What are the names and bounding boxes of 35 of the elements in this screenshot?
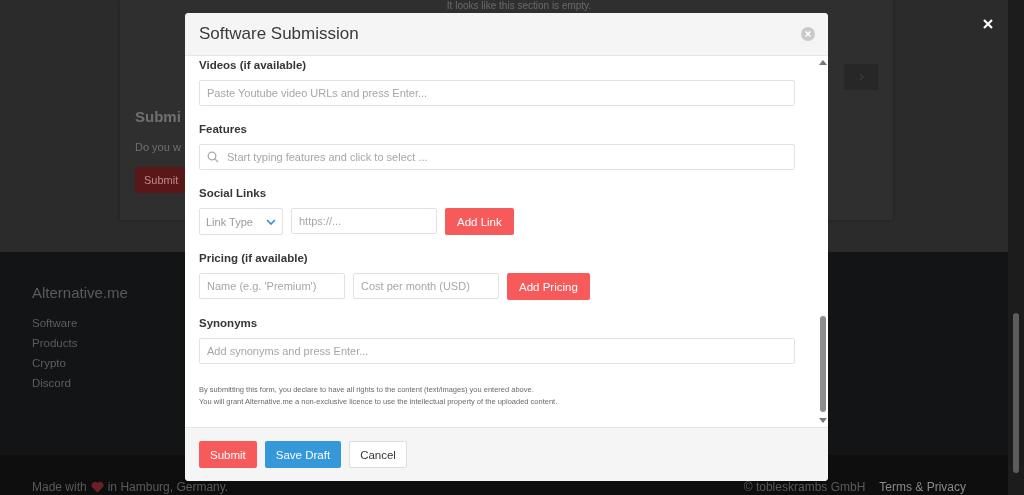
- terms-link[interactable]: Terms & Privacy: [879, 481, 966, 493]
- link-type-select[interactable]: Link Type: [199, 208, 283, 235]
- submit-button[interactable]: Submit: [199, 441, 257, 468]
- add-link-button[interactable]: Add Link: [445, 208, 514, 235]
- scroll-up-icon[interactable]: [819, 60, 827, 65]
- footer-brand: Alternative.me: [32, 284, 128, 301]
- field-label: Videos (if available): [199, 58, 308, 72]
- footer-link[interactable]: Discord: [32, 377, 71, 389]
- field-label: Features: [199, 122, 248, 136]
- search-field[interactable]: Start typing features and click to select ...: [199, 144, 795, 170]
- close-icon[interactable]: [982, 18, 994, 30]
- text-field[interactable]: Paste Youtube video URLs and press Enter...: [199, 80, 795, 106]
- save-draft-button[interactable]: Save Draft: [264, 441, 342, 468]
- location-text: in Hamburg, Germany.: [107, 481, 229, 493]
- page-scrollbar[interactable]: [1008, 0, 1024, 495]
- made-with-text: Made with: [32, 481, 87, 493]
- copyright-text: © tobleskrambs GmbH: [743, 481, 866, 493]
- field-label: Synonyms: [199, 316, 259, 330]
- footer-link[interactable]: Crypto: [32, 357, 66, 369]
- heart-icon: [90, 481, 104, 493]
- cost-field[interactable]: Cost per month (USD): [353, 273, 499, 299]
- section-heading: Submi: [135, 108, 181, 125]
- pricing-name-field[interactable]: Name (e.g. 'Premium'): [199, 273, 345, 299]
- section-text: Do you w: [135, 141, 181, 153]
- chevron-down-icon: [266, 218, 276, 225]
- field-label: Pricing (if available): [199, 251, 309, 265]
- text-field[interactable]: Add synonyms and press Enter...: [199, 338, 795, 364]
- add-pricing-button[interactable]: Add Pricing: [507, 273, 590, 300]
- scroll-down-icon[interactable]: [819, 418, 827, 423]
- cancel-button[interactable]: Cancel: [349, 441, 407, 468]
- dialog-title: Software Submission: [199, 24, 360, 44]
- footer-link[interactable]: Software: [32, 317, 78, 329]
- footer-link[interactable]: Products: [32, 337, 78, 349]
- search-icon: [207, 151, 219, 163]
- url-field[interactable]: https://...: [291, 208, 437, 234]
